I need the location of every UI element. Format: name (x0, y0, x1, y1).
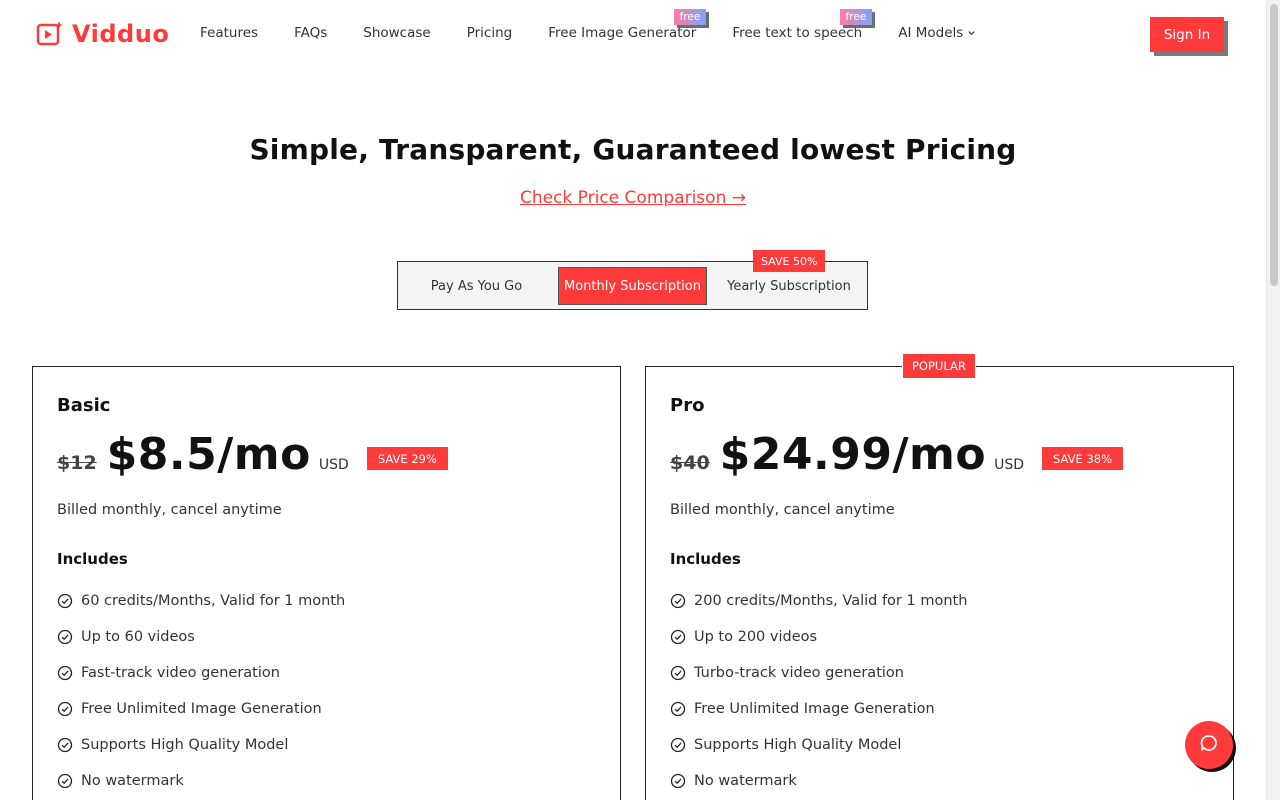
feature-list: 200 credits/Months, Valid for 1 month Up… (670, 583, 967, 799)
yearly-save-badge: SAVE 50% (753, 250, 826, 272)
nav-free-image-generator[interactable]: Free Image Generator free (548, 9, 707, 41)
billing-note: Billed monthly, cancel anytime (57, 502, 282, 518)
page-title: Simple, Transparent, Guaranteed lowest P… (249, 133, 1017, 166)
feature-text: 200 credits/Months, Valid for 1 month (694, 593, 968, 609)
tab-monthly-subscription[interactable]: Monthly Subscription (558, 267, 707, 305)
feature-text: Free Unlimited Image Generation (694, 701, 935, 717)
billing-note: Billed monthly, cancel anytime (670, 502, 895, 518)
sign-in-button[interactable]: Sign In (1150, 17, 1224, 52)
feature-text: No watermark (694, 773, 797, 789)
feature-text: Free Unlimited Image Generation (81, 701, 322, 717)
nav-ai-models[interactable]: AI Models (898, 25, 976, 41)
current-price: $24.99/mo (719, 429, 987, 480)
price-row: $40 $24.99/mo USD SAVE 38% (670, 429, 1124, 480)
feature-text: No watermark (81, 773, 184, 789)
plan-card-basic: Basic $12 $8.5/mo USD SAVE 29% Billed mo… (32, 366, 621, 800)
nav-showcase[interactable]: Showcase (363, 25, 430, 41)
save-badge: SAVE 38% (1042, 447, 1124, 470)
save-badge: SAVE 29% (366, 447, 448, 470)
feature-item: Turbo-track video generation (670, 655, 967, 691)
plan-name: Basic (57, 395, 111, 416)
check-circle-icon (670, 737, 686, 753)
page-scrollbar[interactable] (1266, 0, 1280, 800)
chevron-down-icon (967, 25, 976, 41)
check-circle-icon (57, 593, 73, 609)
feature-text: Up to 60 videos (81, 629, 195, 645)
feature-item: Free Unlimited Image Generation (57, 691, 345, 727)
popular-badge: POPULAR (903, 354, 975, 378)
main-nav: Features FAQs Showcase Pricing Free Imag… (200, 9, 976, 41)
check-circle-icon (670, 665, 686, 681)
feature-item: Up to 200 videos (670, 619, 967, 655)
check-circle-icon (57, 629, 73, 645)
check-circle-icon (57, 701, 73, 717)
feature-item: 60 credits/Months, Valid for 1 month (57, 583, 345, 619)
feature-text: 60 credits/Months, Valid for 1 month (81, 593, 346, 609)
plan-name: Pro (670, 395, 705, 416)
feature-item: Supports High Quality Model (57, 727, 345, 763)
plan-card-pro: Pro $40 $24.99/mo USD SAVE 38% Billed mo… (645, 366, 1234, 800)
tab-pay-as-you-go[interactable]: Pay As You Go (406, 267, 547, 305)
nav-ai-models-label: AI Models (898, 25, 964, 41)
check-circle-icon (57, 773, 73, 789)
brand-name: Vidduo (72, 20, 170, 48)
scrollbar-thumb[interactable] (1270, 4, 1278, 286)
current-price: $8.5/mo (106, 429, 311, 480)
feature-item: 200 credits/Months, Valid for 1 month (670, 583, 967, 619)
includes-heading: Includes (57, 550, 128, 568)
feature-item: Supports High Quality Model (670, 727, 967, 763)
feature-text: Supports High Quality Model (694, 737, 902, 753)
check-circle-icon (57, 665, 73, 681)
feature-item: Up to 60 videos (57, 619, 345, 655)
tab-yearly-subscription[interactable]: Yearly Subscription (716, 267, 862, 305)
original-price: $12 (57, 452, 97, 474)
feature-text: Supports High Quality Model (81, 737, 289, 753)
nav-free-image-generator-label: Free Image Generator (548, 25, 697, 41)
feature-text: Up to 200 videos (694, 629, 818, 645)
price-row: $12 $8.5/mo USD SAVE 29% (57, 429, 448, 480)
nav-faqs[interactable]: FAQs (294, 25, 327, 41)
check-circle-icon (670, 701, 686, 717)
check-circle-icon (57, 737, 73, 753)
includes-heading: Includes (670, 550, 741, 568)
check-circle-icon (670, 773, 686, 789)
feature-list: 60 credits/Months, Valid for 1 month Up … (57, 583, 345, 799)
currency-label: USD (318, 457, 349, 473)
nav-pricing[interactable]: Pricing (467, 25, 513, 41)
feature-item: Free Unlimited Image Generation (670, 691, 967, 727)
brand-logo[interactable]: Vidduo (36, 20, 169, 48)
play-sparkle-icon (36, 20, 64, 48)
feature-item: Fast-track video generation (57, 655, 345, 691)
original-price: $40 (670, 452, 710, 474)
check-circle-icon (670, 593, 686, 609)
nav-features[interactable]: Features (200, 25, 258, 41)
chat-button[interactable] (1185, 721, 1233, 769)
nav-free-text-to-speech[interactable]: Free text to speech free (732, 9, 873, 41)
feature-item: No watermark (670, 763, 967, 799)
feature-text: Fast-track video generation (81, 665, 280, 681)
free-badge: free (839, 9, 873, 25)
feature-text: Turbo-track video generation (694, 665, 904, 681)
free-badge: free (673, 9, 707, 25)
currency-label: USD (994, 457, 1025, 473)
check-circle-icon (670, 629, 686, 645)
feature-item: No watermark (57, 763, 345, 799)
chat-bubble-icon (1199, 733, 1219, 757)
site-header: Vidduo Features FAQs Showcase Pricing Fr… (0, 0, 1266, 70)
nav-free-text-to-speech-label: Free text to speech (732, 25, 863, 41)
price-comparison-link[interactable]: Check Price Comparison → (0, 188, 1266, 208)
